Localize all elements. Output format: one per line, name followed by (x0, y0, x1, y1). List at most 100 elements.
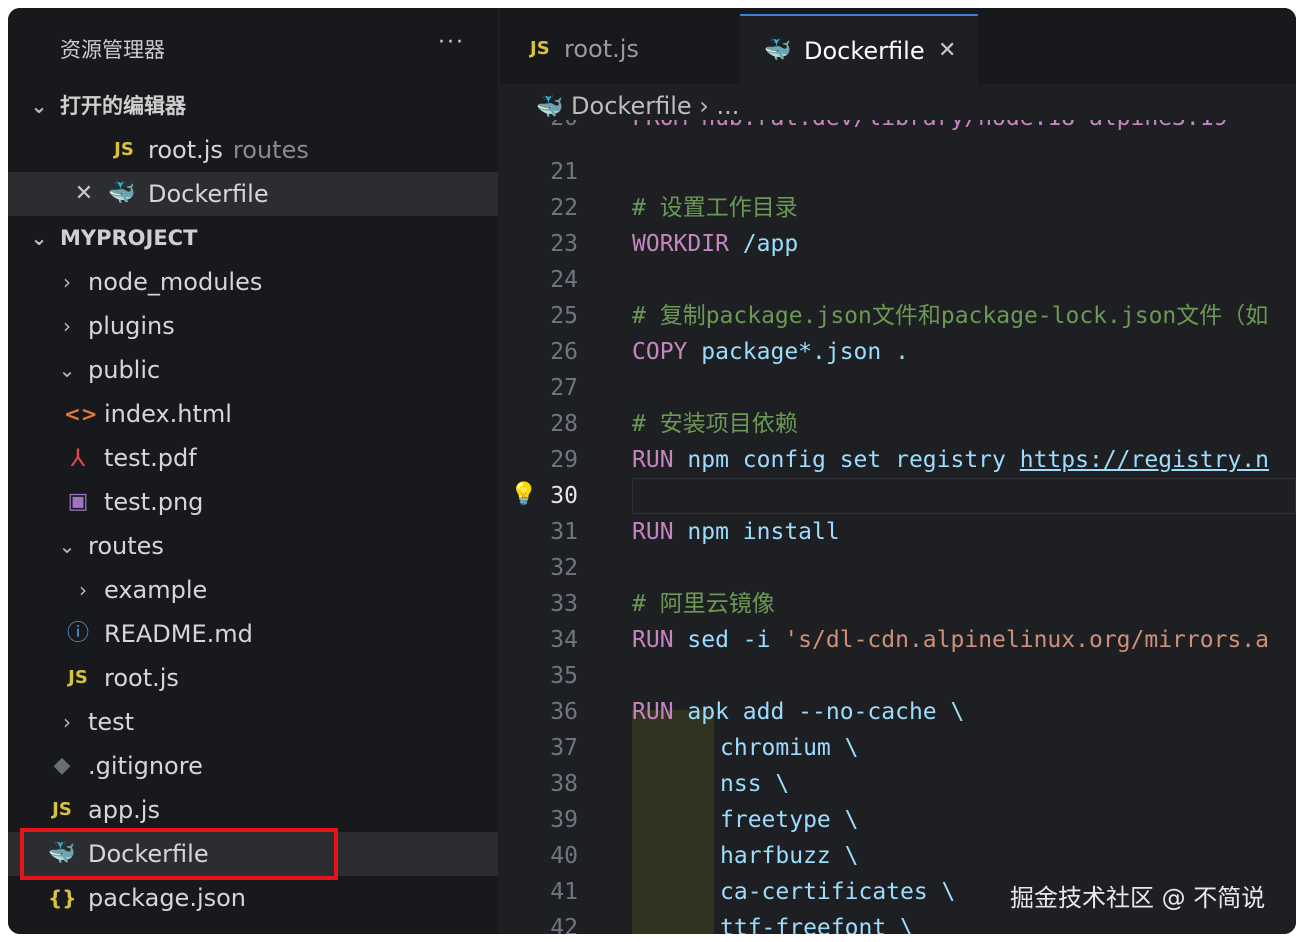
tree-folder-public[interactable]: ⌄ public (8, 348, 498, 392)
line-number: 35 (550, 663, 578, 689)
code-comment: # 安装项目依赖 (632, 411, 798, 437)
code-keyword: COPY (632, 339, 688, 365)
section-label: 打开的编辑器 (60, 94, 186, 118)
line-number: 21 (550, 159, 578, 185)
code-line: RUN npm config set registry https://regi… (632, 442, 1269, 478)
breadcrumb-separator: › (699, 92, 709, 120)
tree-label: README.md (104, 620, 253, 648)
code-string: 's/dl-cdn.alpinelinux.org/mirrors.a (784, 627, 1269, 653)
tree-file-root-js[interactable]: JS root.js (8, 656, 498, 700)
tree-file-test-pdf[interactable]: ⅄ test.pdf (8, 436, 498, 480)
line-number: 20 (500, 120, 578, 136)
code-arg: npm install (673, 519, 840, 545)
tree-file-package-json[interactable]: {} package.json (8, 876, 498, 920)
js-file-icon: JS (530, 38, 550, 59)
breadcrumb-file[interactable]: Dockerfile (571, 92, 692, 120)
docker-icon: 🐳 (108, 181, 136, 206)
current-line-highlight (632, 478, 1296, 514)
breadcrumb-more[interactable]: ... (717, 92, 740, 120)
tree-label: .gitignore (88, 752, 203, 780)
chevron-down-icon: ⌄ (30, 226, 48, 250)
open-editor-dockerfile[interactable]: ✕ 🐳 Dockerfile (8, 172, 498, 216)
tree-folder-node-modules[interactable]: › node_modules (8, 260, 498, 304)
tree-file-readme[interactable]: ⓘ README.md (8, 612, 498, 656)
close-icon[interactable]: ✕ (70, 172, 98, 216)
tree-folder-plugins[interactable]: › plugins (8, 304, 498, 348)
line-number: 24 (550, 267, 578, 293)
tab-dockerfile[interactable]: 🐳 Dockerfile ✕ (740, 14, 978, 86)
file-name: Dockerfile (148, 180, 269, 208)
indent-guide-highlight (632, 710, 714, 934)
chevron-down-icon: ⌄ (58, 358, 76, 382)
code-line: FROM hub.rat.dev/library/node:18-alpine3… (632, 120, 1227, 136)
tab-label: Dockerfile (804, 37, 925, 65)
line-number: 30 (550, 483, 578, 509)
line-number: 29 (550, 447, 578, 473)
line-number: 25 (550, 303, 578, 329)
tree-folder-test[interactable]: › test (8, 700, 498, 744)
tree-file-gitignore[interactable]: ◆ .gitignore (8, 744, 498, 788)
tree-file-index-html[interactable]: <> index.html (8, 392, 498, 436)
code-editor[interactable]: 20 FROM hub.rat.dev/library/node:18-alpi… (500, 120, 1296, 934)
code-keyword: RUN (632, 519, 674, 545)
line-number: 27 (550, 375, 578, 401)
code-comment: # 复制package.json文件和package-lock.json文件（如 (632, 303, 1269, 329)
explorer-sidebar: 资源管理器 ··· ⌄ 打开的编辑器 JS root.js routes ✕ 🐳 … (8, 8, 498, 934)
project-section[interactable]: ⌄ MYPROJECT (8, 216, 498, 260)
tree-label: test.png (104, 488, 204, 516)
info-icon: ⓘ (66, 621, 89, 646)
line-number: 22 (550, 195, 578, 221)
code-comment: # 阿里云镜像 (632, 591, 775, 617)
tree-label: test.pdf (104, 444, 197, 472)
tree-label: app.js (88, 796, 160, 824)
tab-root-js[interactable]: JS root.js (500, 14, 740, 84)
vscode-window: 资源管理器 ··· ⌄ 打开的编辑器 JS root.js routes ✕ 🐳 … (8, 8, 1296, 934)
watermark: 掘金技术社区 @ 不简说 (1010, 884, 1266, 912)
code-line: RUN apk add --no-cache \ (632, 694, 964, 730)
chevron-down-icon: ⌄ (58, 534, 76, 558)
image-file-icon: ▣ (67, 489, 89, 514)
line-number: 36 (550, 699, 578, 725)
code-arg: npm config set registry (673, 447, 1020, 473)
breadcrumb: 🐳 Dockerfile › ... (536, 92, 739, 120)
pdf-file-icon: ⅄ (70, 444, 86, 472)
chevron-right-icon: › (63, 710, 71, 734)
code-arg: ttf-freefont \ (720, 915, 914, 934)
line-number: 40 (550, 843, 578, 869)
more-actions-icon[interactable]: ··· (438, 30, 465, 55)
line-number: 23 (550, 231, 578, 257)
code-comment: # 设置工作目录 (632, 195, 798, 221)
code-arg: harfbuzz \ (720, 843, 859, 869)
line-number: 34 (550, 627, 578, 653)
chevron-right-icon: › (63, 314, 71, 338)
tree-label: root.js (104, 664, 179, 692)
tree-folder-example[interactable]: › example (8, 568, 498, 612)
open-editor-root-js[interactable]: JS root.js routes (8, 128, 498, 172)
code-arg: /app (728, 231, 799, 257)
section-label: MYPROJECT (60, 226, 198, 250)
tree-folder-routes[interactable]: ⌄ routes (8, 524, 498, 568)
git-icon: ◆ (53, 753, 71, 778)
code-arg: nss \ (720, 771, 790, 797)
close-icon[interactable]: ✕ (938, 16, 956, 86)
open-editors-section[interactable]: ⌄ 打开的编辑器 (8, 84, 498, 128)
line-number: 28 (550, 411, 578, 437)
code-arg: sed -i (673, 627, 785, 653)
tab-label: root.js (564, 35, 639, 63)
code-keyword: RUN (632, 447, 674, 473)
chevron-right-icon: › (63, 270, 71, 294)
tree-label: index.html (104, 400, 232, 428)
file-desc: routes (232, 136, 309, 164)
docker-icon: 🐳 (536, 95, 564, 120)
code-line: RUN sed -i 's/dl-cdn.alpinelinux.org/mir… (632, 622, 1269, 658)
code-url[interactable]: https://registry.n (1020, 447, 1269, 473)
json-file-icon: {} (48, 886, 77, 910)
code-keyword: RUN (632, 699, 674, 725)
code-arg: package*.json . (687, 339, 909, 365)
line-number: 32 (550, 555, 578, 581)
docker-icon: 🐳 (764, 38, 792, 63)
tree-file-test-png[interactable]: ▣ test.png (8, 480, 498, 524)
tree-file-app-js[interactable]: JS app.js (8, 788, 498, 832)
code-line: WORKDIR /app (632, 226, 798, 262)
code-text: FROM hub.rat.dev/library/node:18-alpine3… (632, 120, 1227, 131)
